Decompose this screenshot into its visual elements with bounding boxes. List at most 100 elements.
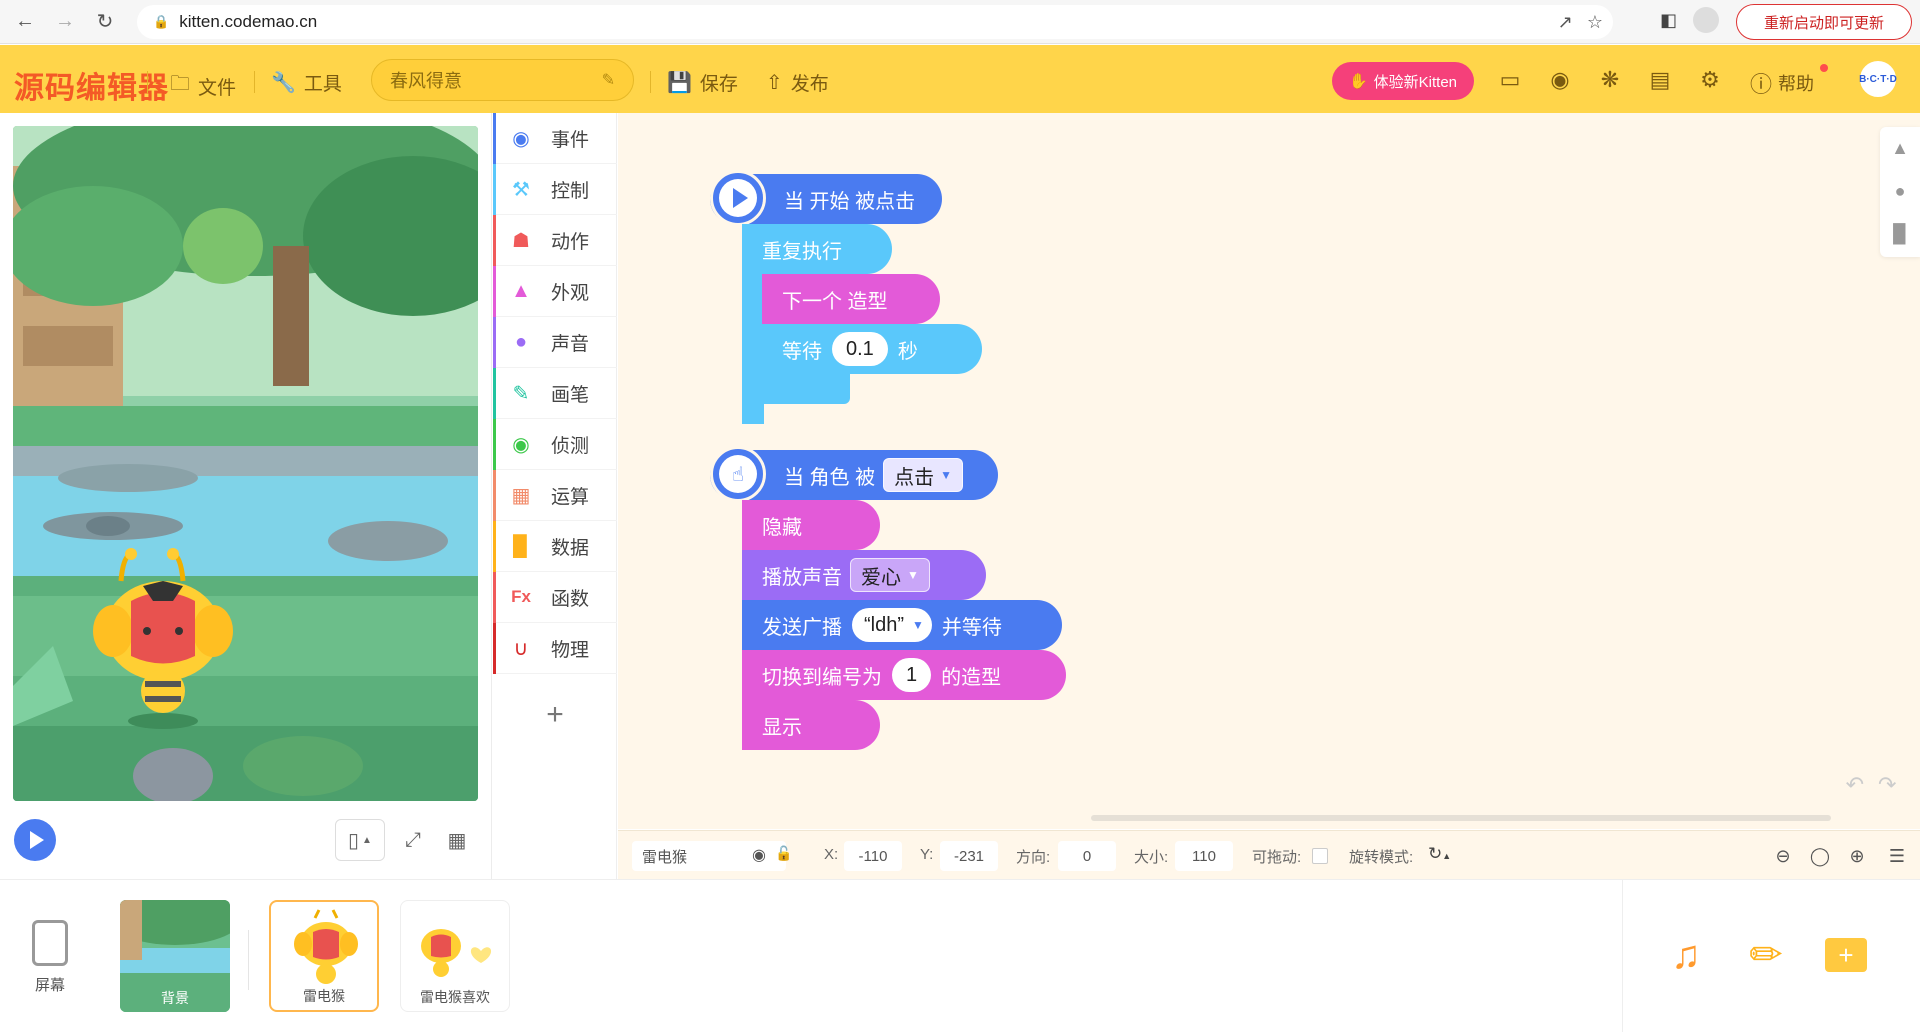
run-button[interactable]	[14, 819, 56, 861]
direction-input[interactable]: 0	[1058, 841, 1116, 871]
caret-up-icon: ▲	[362, 834, 372, 846]
block-label: 播放声音	[762, 566, 842, 589]
block-label: 并等待	[941, 616, 1002, 639]
category-motion[interactable]: ☗ 动作	[493, 215, 617, 266]
forward-icon[interactable]: →	[50, 7, 80, 37]
address-bar[interactable]: 🔒 kitten.codemao.cn ↗ ☆	[137, 5, 1613, 39]
device-mode-button[interactable]: ▯ ▲	[335, 819, 385, 861]
redo-icon[interactable]: ↷	[1878, 772, 1896, 798]
bookmark-star-icon[interactable]: ☆	[1587, 12, 1603, 33]
block-label: 重复执行	[762, 240, 842, 263]
save-button[interactable]: 💾 保存	[667, 69, 738, 96]
code-workspace[interactable]: 当 开始 被点击 重复执行 下一个 造型 等待 0.1 秒 ☝ 当 角色 被 点…	[618, 113, 1920, 829]
menu-hamburger-icon[interactable]: ☰	[1882, 841, 1912, 871]
zoom-reset-icon[interactable]: ◯	[1805, 841, 1835, 871]
chevron-down-icon: ▼	[907, 568, 919, 582]
add-folder-icon[interactable]: +	[1823, 932, 1869, 978]
size-input[interactable]: 110	[1175, 841, 1233, 871]
repeat-forever-block[interactable]: 重复执行	[742, 224, 892, 274]
editor-toolbar: 源码编辑器 🗀 文件 🔧 工具 春风得意 ✎ 💾 保存 ⇧ 发布 ✋ 体验新Ki…	[0, 45, 1920, 113]
category-sound[interactable]: ● 声音	[493, 317, 617, 368]
file-menu[interactable]: 🗀 文件	[170, 69, 236, 103]
category-label: 运算	[551, 486, 590, 508]
category-sensing[interactable]: ◉ 侦测	[493, 419, 617, 470]
music-note-icon[interactable]: ♫	[1663, 932, 1709, 978]
screen-button[interactable]: 屏幕	[20, 920, 80, 995]
sprite-card-selected[interactable]: 雷电猴	[269, 900, 379, 1012]
y-position-input[interactable]: -231	[940, 841, 998, 871]
switch-costume-block[interactable]: 切换到编号为 1 的造型	[742, 650, 1066, 700]
workspace-horizontal-scrollbar[interactable]	[1091, 815, 1831, 821]
workspace-side-tabs: ▲ ● ▉	[1880, 127, 1920, 257]
category-events[interactable]: ◉ 事件	[493, 113, 617, 164]
background-label: 背景	[161, 990, 189, 1006]
category-data[interactable]: ▉ 数据	[493, 521, 617, 572]
broadcast-and-wait-block[interactable]: 发送广播 “ldh” ▼ 并等待	[742, 600, 1062, 650]
costume-number-input[interactable]: 1	[892, 658, 932, 692]
show-block[interactable]: 显示	[742, 700, 880, 750]
category-looks[interactable]: ▲ 外观	[493, 266, 617, 317]
try-new-kitten-button[interactable]: ✋ 体验新Kitten	[1332, 62, 1474, 100]
user-avatar[interactable]: B·C·T·D	[1859, 61, 1897, 97]
play-sound-block[interactable]: 播放声音 爱心 ▼	[742, 550, 986, 600]
category-operators[interactable]: ▦ 运算	[493, 470, 617, 521]
next-costume-block[interactable]: 下一个 造型	[762, 274, 940, 324]
save-icon: 💾	[667, 72, 692, 94]
update-button[interactable]: 重新启动即可更新	[1736, 4, 1912, 40]
help-button[interactable]: ⓘ 帮助	[1750, 67, 1814, 99]
wait-seconds-input[interactable]: 0.1	[832, 332, 888, 366]
zoom-in-icon[interactable]: ⊕	[1842, 841, 1872, 871]
sidebar-toggle-icon[interactable]: ◧	[1660, 10, 1677, 31]
category-physics[interactable]: ∪ 物理	[493, 623, 617, 674]
tools-menu[interactable]: 🔧 工具	[271, 69, 342, 96]
category-label: 动作	[551, 231, 590, 253]
data-tab-bar-chart-icon[interactable]: ▉	[1880, 213, 1920, 256]
category-pen[interactable]: ✎ 画笔	[493, 368, 617, 419]
reload-icon[interactable]: ↻	[90, 7, 120, 37]
stage-canvas[interactable]	[13, 126, 478, 801]
sound-dropdown[interactable]: 爱心 ▼	[850, 558, 930, 592]
sprite-event-dropdown[interactable]: 点击 ▼	[883, 458, 964, 492]
hide-block[interactable]: 隐藏	[742, 500, 880, 550]
fullscreen-button[interactable]: ⤢	[392, 819, 434, 861]
wait-block[interactable]: 等待 0.1 秒	[762, 324, 982, 374]
sound-tab-microphone-icon[interactable]: ●	[1880, 170, 1920, 213]
device-icon[interactable]: ▭	[1495, 65, 1525, 95]
size-label: 大小:	[1134, 849, 1169, 866]
calendar-icon[interactable]: ▤	[1645, 65, 1675, 95]
hand-icon: ✋	[1348, 73, 1368, 90]
lock-icon[interactable]: 🔓	[775, 845, 792, 862]
publish-button[interactable]: ⇧ 发布	[766, 69, 829, 96]
screen-label: 屏幕	[34, 977, 65, 994]
paint-pencil-icon[interactable]: ✏	[1743, 932, 1789, 978]
when-sprite-clicked-block[interactable]: ☝ 当 角色 被 点击 ▼	[710, 446, 998, 502]
zoom-out-icon[interactable]: ⊖	[1768, 841, 1798, 871]
category-functions[interactable]: Fx 函数	[493, 572, 617, 623]
back-icon[interactable]: ←	[10, 7, 40, 37]
visibility-eye-icon[interactable]: ◉	[752, 845, 766, 865]
project-title-input[interactable]: 春风得意 ✎	[371, 59, 634, 101]
costume-tab-shirt-icon[interactable]: ▲	[1880, 127, 1920, 170]
add-extension-button[interactable]: +	[493, 690, 617, 740]
profile-icon[interactable]	[1693, 7, 1720, 33]
try-label: 体验新Kitten	[1373, 73, 1458, 91]
extensions-icon[interactable]: ❋	[1595, 65, 1625, 95]
x-position-input[interactable]: -110	[844, 841, 902, 871]
grid-button[interactable]: ▦	[436, 819, 478, 861]
when-start-clicked-block[interactable]: 当 开始 被点击	[710, 170, 942, 226]
settings-gear-icon[interactable]: ⚙	[1695, 65, 1725, 95]
share-icon[interactable]: ↗	[1558, 12, 1573, 33]
rotation-mode-label: 旋转模式:	[1349, 849, 1414, 866]
sprite-card[interactable]: 雷电猴喜欢	[400, 900, 510, 1012]
rotation-mode-dropdown[interactable]: ↻▲	[1428, 844, 1451, 864]
category-indicator	[493, 113, 496, 164]
category-indicator	[493, 572, 496, 623]
broadcast-message-dropdown[interactable]: “ldh” ▼	[852, 608, 932, 642]
robot-icon[interactable]: ◉	[1545, 65, 1575, 95]
fullscreen-icon: ⤢	[405, 828, 421, 851]
category-control[interactable]: ⚒ 控制	[493, 164, 617, 215]
category-label: 数据	[551, 537, 590, 559]
draggable-checkbox[interactable]	[1312, 848, 1328, 864]
background-thumbnail[interactable]: 背景	[120, 900, 230, 1012]
undo-icon[interactable]: ↶	[1846, 772, 1864, 798]
